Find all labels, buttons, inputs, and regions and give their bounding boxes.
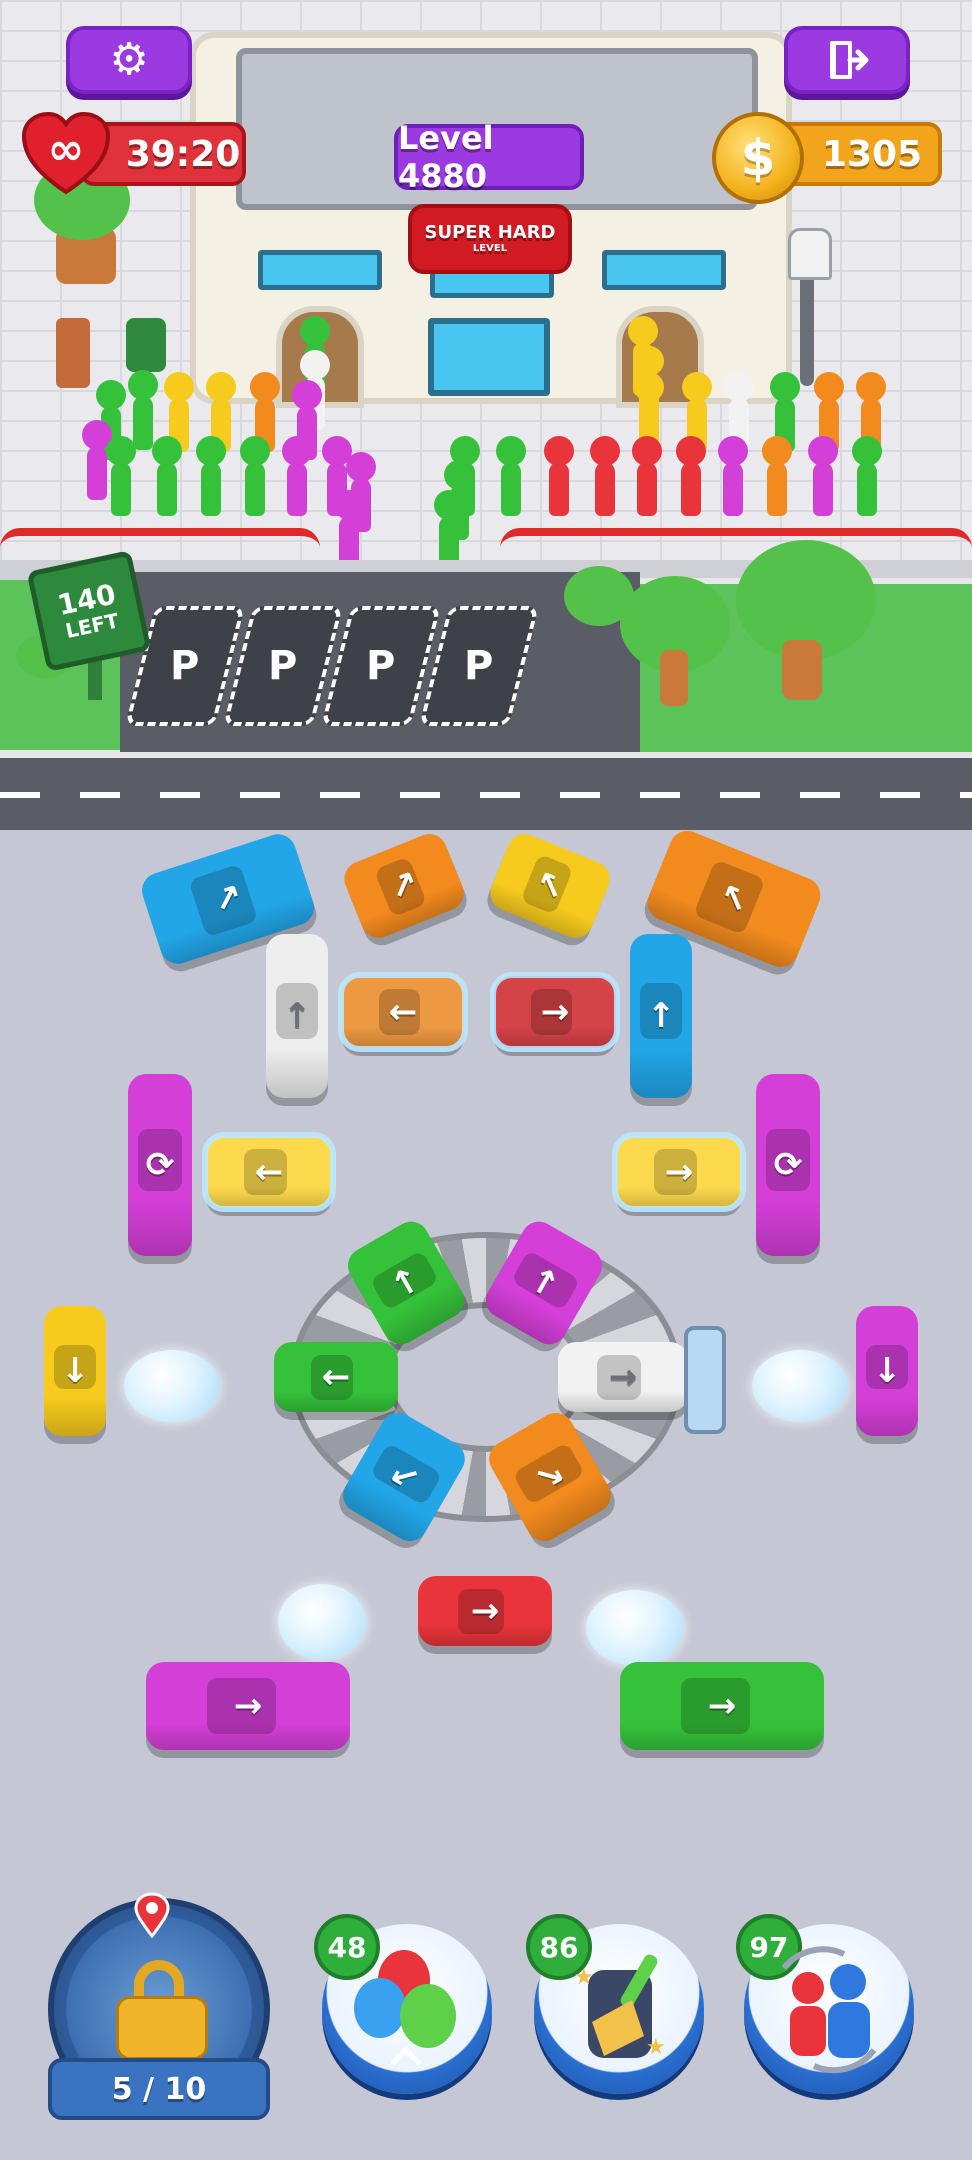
direction-arrow-icon: ⟳ bbox=[145, 1145, 175, 1185]
passenger bbox=[334, 490, 364, 570]
direction-arrow-icon: ↓ bbox=[60, 1351, 90, 1391]
magenta-bus-left[interactable]: ⟳ bbox=[128, 1074, 192, 1256]
magenta-car-far-right[interactable]: ↓ bbox=[856, 1306, 918, 1436]
passenger bbox=[496, 436, 526, 516]
road-lane-marking bbox=[0, 792, 972, 798]
passenger bbox=[762, 436, 792, 516]
svg-text:★: ★ bbox=[646, 2035, 666, 2060]
parking-spot-label: P bbox=[464, 643, 494, 689]
coin-icon: $ bbox=[712, 112, 804, 204]
direction-arrow-icon: → bbox=[233, 1686, 263, 1726]
progress-label: 5 / 10 bbox=[111, 2071, 207, 2107]
frozen-yellow-car-left[interactable]: ← bbox=[202, 1132, 336, 1212]
yellow-car-far-left[interactable]: ↓ bbox=[44, 1306, 106, 1436]
direction-arrow-icon: → bbox=[540, 992, 570, 1032]
magenta-bus-right[interactable]: ⟳ bbox=[756, 1074, 820, 1256]
padlock-icon bbox=[116, 1960, 208, 2060]
direction-arrow-icon: → bbox=[470, 1591, 500, 1631]
direction-arrow-icon: → bbox=[707, 1686, 737, 1726]
progress-ribbon: 5 / 10 bbox=[48, 2058, 270, 2120]
road bbox=[0, 752, 972, 842]
heart-icon: ∞ bbox=[20, 110, 112, 198]
settings-button[interactable]: ⚙ bbox=[66, 26, 192, 94]
passenger bbox=[718, 436, 748, 516]
exit-button[interactable] bbox=[784, 26, 910, 94]
passenger bbox=[434, 490, 464, 570]
balloons-booster-button[interactable]: 48 bbox=[314, 1914, 492, 2094]
broom-icon: ★ ★ bbox=[574, 1954, 666, 2060]
shuffle-people-icon bbox=[781, 1946, 877, 2074]
trash-bin bbox=[126, 318, 166, 372]
difficulty-badge: SUPER HARD LEVEL bbox=[408, 204, 572, 274]
passenger bbox=[106, 436, 136, 516]
direction-arrow-icon: ↑ bbox=[646, 996, 676, 1036]
tree-trunk bbox=[782, 640, 822, 700]
lives-timer-value: 39:20 bbox=[125, 133, 241, 175]
building-door bbox=[428, 318, 550, 396]
passenger bbox=[632, 436, 662, 516]
passenger bbox=[152, 436, 182, 516]
exit-door-icon bbox=[830, 41, 869, 79]
snow-plow-blade bbox=[684, 1326, 726, 1434]
tree-trunk bbox=[660, 650, 688, 706]
blue-van[interactable]: ↑ bbox=[630, 934, 692, 1098]
svg-text:★: ★ bbox=[574, 1965, 594, 1990]
white-van[interactable]: ↑ bbox=[266, 934, 328, 1098]
red-car-bottom[interactable]: → bbox=[418, 1576, 552, 1646]
coin-symbol: $ bbox=[740, 129, 776, 187]
direction-arrow-icon: ↓ bbox=[872, 1351, 902, 1391]
building-window bbox=[602, 250, 726, 290]
direction-arrow-icon: ⟳ bbox=[773, 1145, 803, 1185]
passenger bbox=[676, 436, 706, 516]
snow-pile bbox=[278, 1584, 366, 1660]
building-window bbox=[258, 250, 382, 290]
passenger bbox=[808, 436, 838, 516]
parking-spot-label: P bbox=[366, 643, 396, 689]
level-label: Level 4880 bbox=[398, 119, 494, 195]
snow-pile bbox=[752, 1350, 848, 1422]
passenger bbox=[196, 436, 226, 516]
direction-arrow-icon: → bbox=[664, 1152, 694, 1192]
difficulty-label: SUPER HARD bbox=[424, 222, 556, 243]
green-car-roundabout-left[interactable]: ← bbox=[274, 1342, 398, 1412]
shuffle-booster-button[interactable]: 97 bbox=[736, 1914, 914, 2094]
direction-arrow-icon: ↑ bbox=[282, 996, 312, 1036]
passenger bbox=[852, 436, 882, 516]
flower-box bbox=[56, 318, 90, 388]
sweep-booster-button[interactable]: 86 ★ ★ bbox=[526, 1914, 704, 2094]
lamp-head bbox=[788, 228, 832, 280]
infinity-symbol: ∞ bbox=[47, 124, 85, 175]
passenger bbox=[590, 436, 620, 516]
gear-icon: ⚙ bbox=[109, 34, 149, 85]
direction-arrow-icon: ← bbox=[388, 992, 418, 1032]
direction-arrow-icon: → bbox=[608, 1357, 638, 1397]
white-car-plow[interactable]: → bbox=[558, 1342, 688, 1412]
direction-arrow-icon: ← bbox=[321, 1357, 351, 1397]
remaining-sign: 140 LEFT bbox=[26, 550, 152, 672]
snow-pile bbox=[586, 1590, 684, 1666]
direction-arrow-icon: ← bbox=[254, 1152, 284, 1192]
frozen-orange-car[interactable]: ← bbox=[338, 972, 468, 1052]
level-indicator: Level 4880 bbox=[394, 119, 584, 195]
balloons-icon bbox=[354, 1950, 456, 2066]
green-bus-bottom[interactable]: → bbox=[620, 1662, 824, 1750]
frozen-yellow-car-right[interactable]: → bbox=[612, 1132, 746, 1212]
parking-spot-label: P bbox=[268, 643, 298, 689]
difficulty-sublabel: LEVEL bbox=[472, 243, 508, 254]
passenger bbox=[282, 436, 312, 516]
location-pin-icon bbox=[134, 1892, 170, 1939]
coin-counter-value: 1305 bbox=[821, 133, 923, 175]
parking-spot-label: P bbox=[170, 643, 200, 689]
snow-pile bbox=[124, 1350, 220, 1422]
frozen-red-car[interactable]: → bbox=[490, 972, 620, 1052]
passenger bbox=[240, 436, 270, 516]
magenta-bus-bottom[interactable]: → bbox=[146, 1662, 350, 1750]
passenger bbox=[544, 436, 574, 516]
